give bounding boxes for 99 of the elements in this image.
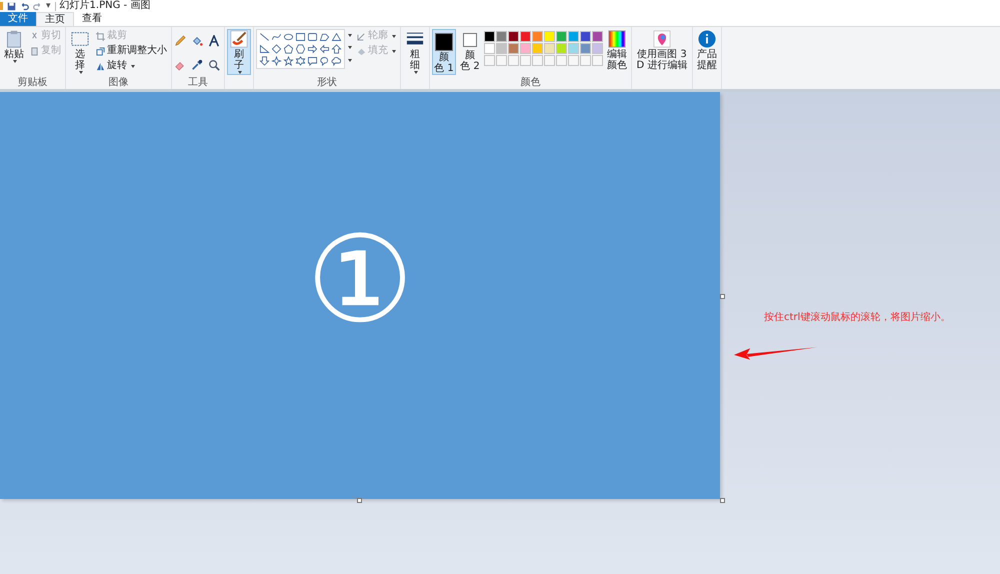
caret-icon (414, 71, 418, 74)
redo-icon[interactable] (33, 2, 42, 10)
fill-bucket-icon[interactable] (191, 35, 203, 47)
ribbon-tab[interactable]: 主页 (36, 12, 74, 26)
color-swatch[interactable] (484, 31, 495, 42)
color-swatch[interactable] (484, 43, 495, 54)
group-label: 形状 (317, 77, 337, 89)
color-swatch[interactable] (568, 43, 579, 54)
shape-icon[interactable] (271, 32, 282, 42)
color-swatch[interactable] (568, 31, 579, 42)
pencil-icon[interactable] (174, 35, 186, 47)
color-swatch[interactable] (520, 43, 531, 54)
shape-icon[interactable] (295, 56, 306, 66)
color-slot-button[interactable]: 颜色 1 (432, 29, 456, 75)
brushes-button[interactable]: 刷子 (227, 29, 251, 75)
caret-icon (79, 71, 83, 74)
resize-handle[interactable] (720, 294, 725, 299)
edit-colors-button[interactable]: 编辑颜色 (605, 29, 629, 72)
shape-icon[interactable] (307, 32, 318, 42)
shape-icon[interactable] (307, 56, 318, 66)
info-icon (698, 30, 716, 48)
paint-3d-icon (653, 30, 671, 48)
color-swatch[interactable] (580, 31, 591, 42)
shape-icon[interactable] (319, 56, 330, 66)
select-button[interactable]: 选择 (68, 29, 92, 75)
caret-icon[interactable] (348, 59, 352, 62)
color-swatch[interactable] (520, 31, 531, 42)
resize-handle[interactable] (357, 498, 362, 503)
color-swatch[interactable] (556, 43, 567, 54)
shape-icon[interactable] (283, 32, 294, 42)
undo-icon[interactable] (20, 2, 29, 10)
ribbon-tab[interactable]: 查看 (74, 12, 110, 26)
group-label: 图像 (108, 77, 128, 89)
color-swatch[interactable] (544, 43, 555, 54)
ribbon-command[interactable]: 旋转 (94, 59, 169, 73)
color-swatch[interactable] (532, 43, 543, 54)
annotation-text: 按住ctrl键滚动鼠标的滚轮，将图片缩小。 (764, 310, 950, 324)
magnifier-icon[interactable] (208, 59, 220, 71)
outline-icon (357, 32, 366, 40)
ribbon-command[interactable]: 重新调整大小 (94, 44, 169, 58)
ribbon-tab[interactable]: 文件 (0, 12, 36, 26)
color-swatch[interactable] (592, 31, 603, 42)
eraser-icon[interactable] (174, 59, 186, 71)
shape-icon[interactable] (283, 44, 294, 54)
selection-icon (71, 30, 89, 48)
caret-icon (13, 60, 17, 63)
paste-button[interactable]: 粘贴 (2, 29, 26, 64)
color-swatch[interactable] (496, 31, 507, 42)
shape-icon[interactable] (295, 32, 306, 42)
color-picker-icon[interactable] (191, 59, 203, 71)
text-tool-icon[interactable] (208, 35, 220, 47)
caret-icon (392, 50, 396, 52)
rotate-icon (96, 62, 105, 70)
shape-icon[interactable] (259, 32, 270, 42)
caret-icon[interactable] (348, 34, 352, 37)
save-icon[interactable] (7, 2, 16, 10)
shape-icon[interactable] (331, 32, 342, 42)
shape-icon[interactable] (271, 44, 282, 54)
crop-icon (96, 32, 105, 40)
window-title: 幻灯片1.PNG - 画图 (60, 0, 150, 12)
group-label: 剪贴板 (18, 77, 48, 89)
size-button[interactable]: 粗细 (403, 29, 427, 75)
circled-number: ① (306, 220, 414, 340)
group-label: 颜色 (520, 77, 540, 89)
caret-icon[interactable] (348, 46, 352, 50)
caret-icon (238, 71, 242, 74)
brush-icon (230, 30, 248, 48)
copy-icon (30, 46, 39, 56)
color-swatch[interactable] (544, 31, 555, 42)
color-swatch[interactable] (556, 31, 567, 42)
shape-icon[interactable] (295, 44, 306, 54)
color-swatch[interactable] (508, 31, 519, 42)
shape-icon[interactable] (319, 44, 330, 54)
shape-icon[interactable] (331, 44, 342, 54)
shape-icon[interactable] (283, 56, 294, 66)
resize-handle[interactable] (720, 498, 725, 503)
group-label: 工具 (188, 77, 208, 89)
shape-icon[interactable] (331, 56, 342, 66)
color-swatch[interactable] (508, 43, 519, 54)
caret-icon (392, 34, 396, 38)
shape-icon[interactable] (259, 56, 270, 66)
scissors-icon (30, 32, 39, 40)
customize-menu-button[interactable]: ▾ (46, 1, 51, 11)
product-alert-button[interactable]: 产品提醒 (695, 29, 719, 72)
color-swatch[interactable] (592, 43, 603, 54)
fill-icon (357, 46, 366, 56)
spectrum-icon (608, 30, 626, 48)
shape-icon[interactable] (259, 44, 270, 54)
color-swatch[interactable] (580, 43, 591, 54)
resize-icon (96, 46, 105, 56)
shape-icon[interactable] (271, 56, 282, 66)
paint-3d-button[interactable]: 使用画图 3D 进行编辑 (634, 29, 690, 72)
color-slot-button[interactable]: 颜色 2 (458, 29, 482, 73)
shape-icon[interactable] (319, 32, 330, 42)
clipboard-icon (5, 30, 23, 48)
color-swatch[interactable] (532, 31, 543, 42)
shape-icon[interactable] (307, 44, 318, 54)
color-swatch[interactable] (496, 43, 507, 54)
caret-icon (131, 64, 135, 68)
